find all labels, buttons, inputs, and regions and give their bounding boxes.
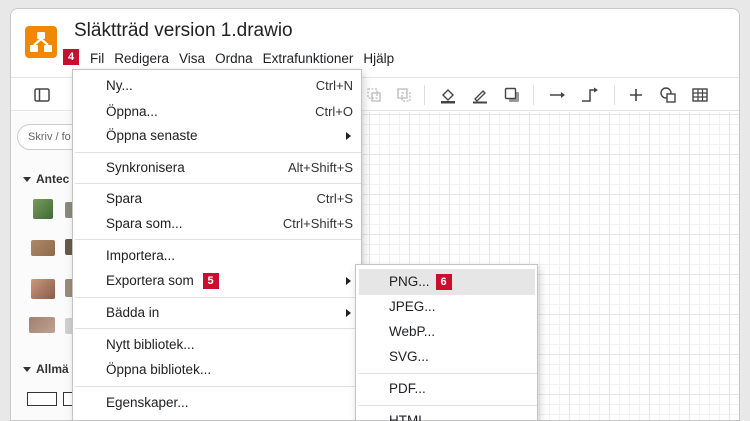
submenu-arrow-icon xyxy=(346,132,351,140)
to-back-icon[interactable] xyxy=(395,86,413,104)
toolbar-divider xyxy=(614,85,615,105)
shapes-icon[interactable] xyxy=(659,86,677,104)
drawio-logo-icon[interactable] xyxy=(25,26,57,58)
line-color-icon[interactable] xyxy=(471,86,489,104)
menu-item-label: PDF... xyxy=(389,381,426,396)
menu-divider xyxy=(75,183,361,184)
sidebar-section-antec[interactable]: Antec xyxy=(23,172,69,186)
shadow-icon[interactable] xyxy=(503,86,521,104)
menu-divider xyxy=(358,405,537,406)
sidebar-toggle-icon[interactable] xyxy=(33,86,51,104)
menu-view[interactable]: Visa xyxy=(174,50,210,68)
shortcut-label: Ctrl+Shift+S xyxy=(282,216,353,231)
connection-arrow-icon[interactable] xyxy=(549,86,567,104)
menu-item-label: Importera... xyxy=(106,248,176,263)
menu-item-save[interactable]: Spara Ctrl+S xyxy=(73,186,361,212)
menu-edit[interactable]: Redigera xyxy=(109,50,174,68)
menu-divider xyxy=(75,239,361,240)
photo-thumbnail[interactable] xyxy=(31,240,55,256)
shortcut-label: Ctrl+S xyxy=(316,191,353,206)
toolbar-divider xyxy=(533,85,534,105)
export-html[interactable]: HTML... xyxy=(356,408,537,421)
menu-item-label: PNG... xyxy=(389,274,430,289)
insert-plus-icon[interactable] xyxy=(627,86,645,104)
menu-item-label: HTML... xyxy=(389,413,438,421)
section-label: Allmä xyxy=(36,362,69,376)
photo-thumbnail[interactable] xyxy=(33,199,53,219)
export-submenu: PNG... 6 JPEG... WebP... SVG... PDF... HT… xyxy=(355,264,538,421)
menu-item-label: Nytt bibliotek... xyxy=(106,337,195,352)
menu-divider xyxy=(75,328,361,329)
menu-item-label: SVG... xyxy=(389,349,429,364)
menu-file[interactable]: Fil xyxy=(74,50,109,68)
shortcut-label: Ctrl+N xyxy=(315,78,353,93)
menu-item-sync[interactable]: Synkronisera Alt+Shift+S xyxy=(73,155,361,181)
waypoints-icon[interactable] xyxy=(581,86,599,104)
menu-item-label: Öppna bibliotek... xyxy=(106,362,212,377)
menu-item-label: Egenskaper... xyxy=(106,395,189,410)
menu-item-label: Spara som... xyxy=(106,216,183,231)
sidebar-section-general[interactable]: Allmä xyxy=(23,362,69,376)
photo-thumbnail[interactable] xyxy=(29,317,55,333)
title-bar: Släktträd version 1.drawio 4 Fil Rediger… xyxy=(11,9,739,77)
export-jpeg[interactable]: JPEG... xyxy=(356,294,537,320)
toolbar-divider xyxy=(424,85,425,105)
menu-item-save-as[interactable]: Spara som... Ctrl+Shift+S xyxy=(73,211,361,237)
menu-item-label: Spara xyxy=(106,191,143,206)
fill-color-icon[interactable] xyxy=(439,86,457,104)
menu-divider xyxy=(75,297,361,298)
menu-item-import[interactable]: Importera... xyxy=(73,243,361,269)
menu-item-label: JPEG... xyxy=(389,299,436,314)
menu-item-open-library[interactable]: Öppna bibliotek... xyxy=(73,357,361,383)
shape-sidebar: Skriv / fo Antec Allmä xyxy=(11,112,127,420)
menu-item-label: Öppna senaste xyxy=(106,128,198,143)
menu-item-open[interactable]: Öppna... Ctrl+O xyxy=(73,99,361,125)
menu-item-label: WebP... xyxy=(389,324,436,339)
menu-item-label: Bädda in xyxy=(106,305,160,320)
menu-item-label: Synkronisera xyxy=(106,160,185,175)
menu-item-new[interactable]: Ny... Ctrl+N xyxy=(73,73,361,99)
menu-item-properties[interactable]: Egenskaper... xyxy=(73,390,361,416)
menu-item-export-as[interactable]: Exportera som 5 xyxy=(73,268,361,294)
collapse-triangle-icon xyxy=(23,367,31,373)
menu-arrange[interactable]: Ordna xyxy=(210,50,258,68)
menu-divider xyxy=(358,373,537,374)
step-badge-6: 6 xyxy=(435,274,452,290)
submenu-arrow-icon xyxy=(346,277,351,285)
menu-divider xyxy=(75,152,361,153)
step-badge-5: 5 xyxy=(202,273,219,289)
menu-item-new-library[interactable]: Nytt bibliotek... xyxy=(73,332,361,358)
menu-item-label: Ny... xyxy=(106,78,133,93)
export-png[interactable]: PNG... 6 xyxy=(359,269,535,295)
collapse-triangle-icon xyxy=(23,177,31,183)
export-svg[interactable]: SVG... xyxy=(356,344,537,370)
menu-item-label: Öppna... xyxy=(106,104,158,119)
table-icon[interactable] xyxy=(691,86,709,104)
section-label: Antec xyxy=(36,172,70,186)
menu-divider xyxy=(75,386,361,387)
menu-item-embed[interactable]: Bädda in xyxy=(73,300,361,326)
shortcut-label: Ctrl+O xyxy=(315,104,353,119)
shortcut-label: Alt+Shift+S xyxy=(287,160,353,175)
export-webp[interactable]: WebP... xyxy=(356,319,537,345)
to-front-icon[interactable] xyxy=(365,86,383,104)
menu-help[interactable]: Hjälp xyxy=(358,50,399,68)
menu-extras[interactable]: Extrafunktioner xyxy=(258,50,359,68)
menu-item-label: Exportera som xyxy=(106,273,194,288)
document-title[interactable]: Släktträd version 1.drawio xyxy=(74,20,293,42)
export-pdf[interactable]: PDF... xyxy=(356,376,537,402)
submenu-arrow-icon xyxy=(346,309,351,317)
file-menu: Ny... Ctrl+N Öppna... Ctrl+O Öppna senas… xyxy=(72,69,362,421)
photo-thumbnail[interactable] xyxy=(31,279,55,299)
menubar: Fil Redigera Visa Ordna Extrafunktioner … xyxy=(74,50,399,68)
rectangle-shape[interactable] xyxy=(27,392,57,406)
menu-item-open-recent[interactable]: Öppna senaste xyxy=(73,123,361,149)
